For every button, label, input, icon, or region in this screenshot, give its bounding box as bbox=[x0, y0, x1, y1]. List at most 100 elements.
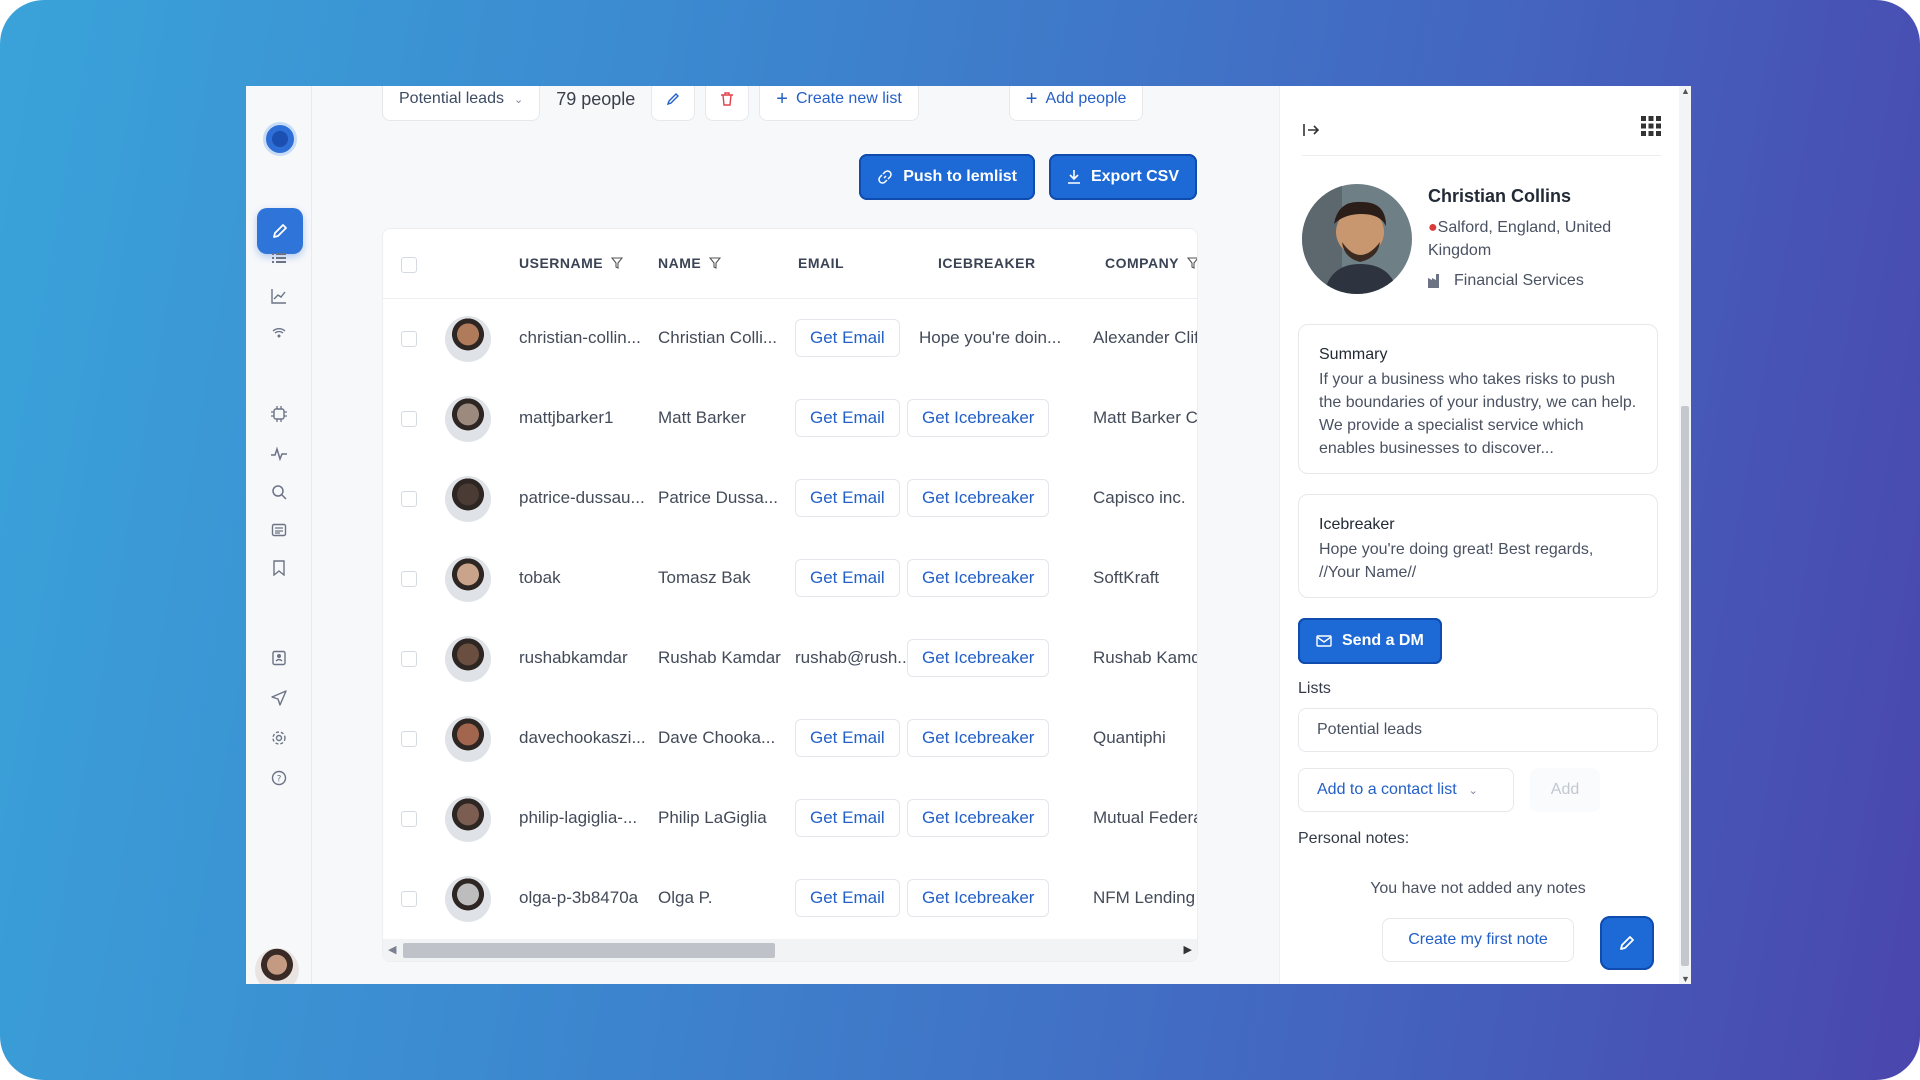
column-header-name[interactable]: NAME bbox=[658, 255, 722, 271]
select-all-checkbox[interactable] bbox=[401, 257, 417, 273]
name-cell: Philip LaGiglia bbox=[658, 808, 767, 827]
add-to-contact-list-dropdown[interactable]: Add to a contact list ⌄ bbox=[1298, 768, 1514, 812]
get-icebreaker-button[interactable]: Get Icebreaker bbox=[907, 799, 1050, 837]
table-row[interactable]: olga-p-3b8470a Olga P. Get Email Get Icebre… bbox=[383, 859, 1197, 939]
chip-icon[interactable] bbox=[267, 402, 291, 426]
filter-icon[interactable] bbox=[611, 257, 624, 269]
table-row[interactable]: mattjbarker1 Matt Barker Get Email Get Iceb… bbox=[383, 379, 1197, 459]
row-checkbox[interactable] bbox=[401, 651, 417, 667]
bookmark-icon[interactable] bbox=[267, 556, 291, 580]
company-cell: Quantiphi bbox=[1093, 728, 1166, 747]
row-checkbox[interactable] bbox=[401, 491, 417, 507]
column-header-email-label: EMAIL bbox=[798, 255, 845, 271]
column-header-email: EMAIL bbox=[798, 255, 844, 271]
row-checkbox[interactable] bbox=[401, 811, 417, 827]
new-note-fab[interactable] bbox=[1600, 916, 1654, 970]
column-header-username-label: USERNAME bbox=[519, 255, 604, 271]
scrollbar-thumb[interactable] bbox=[403, 943, 775, 958]
add-button[interactable]: Add bbox=[1530, 768, 1600, 812]
collapse-panel-icon[interactable] bbox=[1302, 122, 1320, 138]
column-header-name-label: NAME bbox=[658, 255, 702, 271]
create-new-list-label: Create new list bbox=[795, 90, 902, 107]
get-email-button[interactable]: Get Email bbox=[795, 799, 900, 837]
panel-scrollbar-thumb[interactable] bbox=[1681, 406, 1689, 966]
get-email-button[interactable]: Get Email bbox=[795, 559, 900, 597]
company-cell: Alexander Clif bbox=[1093, 328, 1198, 347]
scroll-up-arrow-icon[interactable]: ▲ bbox=[1681, 86, 1690, 96]
table-row[interactable]: rushabkamdar Rushab Kamdar rushab@rush... G… bbox=[383, 619, 1197, 699]
scroll-left-arrow-icon[interactable]: ◀ bbox=[388, 943, 396, 956]
chart-icon[interactable] bbox=[267, 284, 291, 308]
list-selector[interactable]: Potential leads ⌄ bbox=[382, 86, 541, 121]
table-row[interactable]: christian-collin... Christian Colli... Get… bbox=[383, 299, 1197, 379]
send-icon[interactable] bbox=[267, 686, 291, 710]
app-logo[interactable] bbox=[263, 122, 297, 156]
get-icebreaker-button[interactable]: Get Icebreaker bbox=[907, 639, 1050, 677]
get-email-button[interactable]: Get Email bbox=[795, 879, 900, 917]
row-checkbox[interactable] bbox=[401, 571, 417, 587]
delete-list-button[interactable] bbox=[705, 86, 750, 121]
table-row[interactable]: tobak Tomasz Bak Get Email Get Icebreaker So… bbox=[383, 539, 1197, 619]
icebreaker-card: Icebreaker Hope you're doing great! Best… bbox=[1298, 494, 1658, 598]
company-cell: Mutual Federa bbox=[1093, 808, 1198, 827]
company-cell: NFM Lending bbox=[1093, 888, 1196, 907]
profile-industry-text: Financial Services bbox=[1454, 272, 1584, 289]
rename-list-button[interactable] bbox=[651, 86, 696, 121]
get-icebreaker-button[interactable]: Get Icebreaker bbox=[907, 399, 1050, 437]
row-checkbox[interactable] bbox=[401, 891, 417, 907]
column-header-icebreaker-label: ICEBREAKER bbox=[938, 255, 1036, 271]
grid-menu-icon[interactable] bbox=[1641, 116, 1661, 136]
username-cell: patrice-dussau... bbox=[519, 488, 645, 507]
settings-icon[interactable] bbox=[267, 726, 291, 750]
summary-card: Summary If your a business who takes ris… bbox=[1298, 324, 1658, 474]
get-icebreaker-button[interactable]: Get Icebreaker bbox=[907, 719, 1050, 757]
column-header-username[interactable]: USERNAME bbox=[519, 255, 624, 271]
newspaper-icon[interactable] bbox=[267, 518, 291, 542]
row-checkbox[interactable] bbox=[401, 411, 417, 427]
get-icebreaker-button[interactable]: Get Icebreaker bbox=[907, 559, 1050, 597]
table-row[interactable]: philip-lagiglia-... Philip LaGiglia Get Em… bbox=[383, 779, 1197, 859]
scroll-right-arrow-icon[interactable]: ▶ bbox=[1184, 943, 1192, 956]
add-people-button[interactable]: + Add people bbox=[1008, 86, 1144, 121]
signal-icon[interactable] bbox=[267, 322, 291, 346]
get-email-button[interactable]: Get Email bbox=[795, 319, 900, 357]
get-email-button[interactable]: Get Email bbox=[795, 479, 900, 517]
get-icebreaker-button[interactable]: Get Icebreaker bbox=[907, 479, 1050, 517]
row-checkbox[interactable] bbox=[401, 731, 417, 747]
row-checkbox[interactable] bbox=[401, 331, 417, 347]
avatar bbox=[445, 636, 491, 682]
get-icebreaker-button[interactable]: Get Icebreaker bbox=[907, 879, 1050, 917]
list-icon[interactable] bbox=[267, 246, 291, 270]
create-new-list-button[interactable]: + Create new list bbox=[759, 86, 919, 121]
download-icon bbox=[1067, 170, 1080, 184]
filter-icon[interactable] bbox=[1187, 257, 1198, 269]
send-dm-button[interactable]: Send a DM bbox=[1298, 618, 1442, 664]
push-to-lemlist-button[interactable]: Push to lemlist bbox=[859, 154, 1035, 200]
contact-card-icon[interactable] bbox=[267, 646, 291, 670]
get-email-button[interactable]: Get Email bbox=[795, 399, 900, 437]
get-email-button[interactable]: Get Email bbox=[795, 719, 900, 757]
pulse-icon[interactable] bbox=[267, 442, 291, 466]
create-first-note-button[interactable]: Create my first note bbox=[1382, 918, 1574, 962]
pencil-icon bbox=[273, 224, 287, 238]
scroll-down-arrow-icon[interactable]: ▼ bbox=[1681, 974, 1690, 984]
search-icon[interactable] bbox=[267, 480, 291, 504]
user-avatar[interactable] bbox=[255, 948, 299, 984]
username-cell: christian-collin... bbox=[519, 328, 641, 347]
export-csv-button[interactable]: Export CSV bbox=[1048, 154, 1197, 200]
add-to-contact-list-label: Add to a contact list bbox=[1317, 781, 1457, 798]
panel-scrollbar[interactable]: ▲ ▼ bbox=[1679, 86, 1691, 984]
help-icon[interactable]: ? bbox=[267, 766, 291, 790]
horizontal-scrollbar[interactable]: ◀ ▶ bbox=[383, 939, 1197, 961]
factory-icon bbox=[1428, 274, 1439, 288]
table-row[interactable]: davechookaszi... Dave Chooka... Get Email G… bbox=[383, 699, 1197, 779]
add-people-label: Add people bbox=[1045, 90, 1127, 107]
name-cell: Olga P. bbox=[658, 888, 713, 907]
company-cell: Rushab Kamd bbox=[1093, 648, 1198, 667]
personal-notes-label: Personal notes: bbox=[1298, 830, 1410, 847]
table-row[interactable]: patrice-dussau... Patrice Dussa... Get Ema… bbox=[383, 459, 1197, 539]
people-table: USERNAME NAME EMAIL ICEBREAKER COMPANY c… bbox=[382, 228, 1198, 962]
filter-icon[interactable] bbox=[709, 257, 722, 269]
name-cell: Christian Colli... bbox=[658, 328, 778, 347]
column-header-company[interactable]: COMPANY bbox=[1105, 255, 1198, 271]
